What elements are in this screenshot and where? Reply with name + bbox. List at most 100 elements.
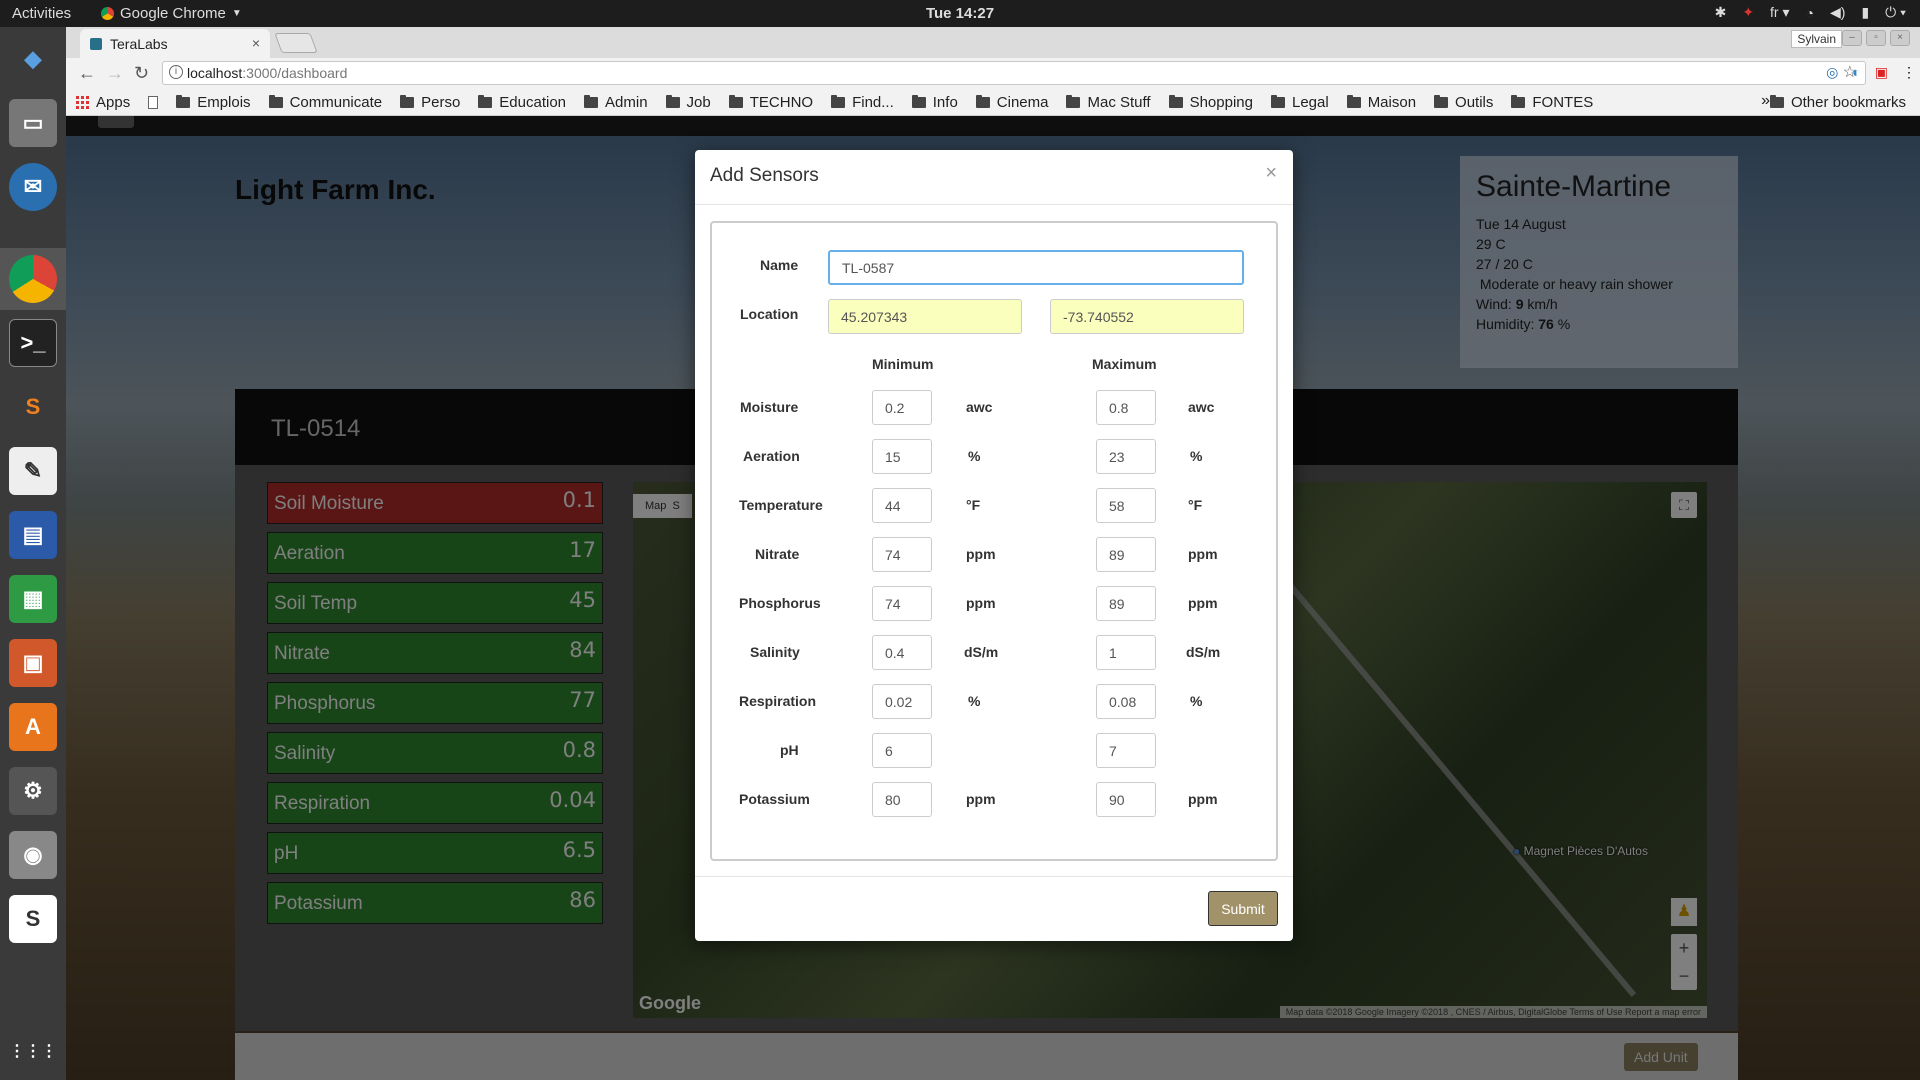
file-manager-icon[interactable]: ▭ (9, 99, 57, 147)
forward-arrow-icon[interactable]: → (106, 63, 124, 84)
profile-button[interactable]: Sylvain (1791, 30, 1842, 48)
minimize-icon[interactable]: – (1842, 30, 1862, 46)
battery-icon[interactable]: ▮ (1861, 4, 1869, 21)
back-arrow-icon[interactable]: ← (78, 63, 96, 84)
sensor-form: Name Location Minimum Maximum Moisture a… (710, 221, 1278, 861)
folder-icon (400, 94, 415, 108)
bookmark-folder[interactable]: Info (911, 94, 958, 111)
text-editor-icon[interactable]: ✎ (9, 447, 57, 495)
moisture-min-input[interactable] (872, 390, 932, 425)
writer-icon[interactable]: ▤ (9, 511, 57, 559)
new-tab-button[interactable] (274, 33, 318, 53)
latitude-input[interactable] (828, 299, 1022, 334)
folder-icon (1434, 94, 1449, 108)
salinity-min-input[interactable] (872, 635, 932, 670)
terminal-icon[interactable]: >_ (9, 319, 57, 367)
bookmark-folder[interactable]: Emplois (176, 94, 251, 111)
browser-tab[interactable]: TeraLabs × (80, 29, 270, 58)
name-input[interactable] (828, 250, 1244, 285)
temperature-max-unit: °F (1188, 497, 1203, 513)
bookmark-page[interactable] (148, 95, 159, 109)
dropbox-icon[interactable]: ◆ (9, 35, 57, 83)
chrome-dock-icon[interactable] (9, 255, 57, 303)
phosphorus-label: Phosphorus (739, 595, 821, 611)
tab-close-icon[interactable]: × (252, 35, 260, 51)
ph-max-input[interactable] (1096, 733, 1156, 768)
address-bar[interactable]: i localhost:3000/dashboard ☆ (162, 61, 1866, 85)
maximize-icon[interactable]: ▫ (1866, 30, 1886, 46)
apps-icon (76, 95, 89, 109)
bookmark-folder[interactable]: Perso (400, 94, 460, 111)
reload-icon[interactable]: ↻ (134, 63, 149, 84)
bookmark-folder[interactable]: Maison (1346, 94, 1416, 111)
notification-icon[interactable]: ✦ (1742, 4, 1754, 21)
longitude-input[interactable] (1050, 299, 1244, 334)
bookmark-folder[interactable]: Legal (1270, 94, 1329, 111)
salinity-max-input[interactable] (1096, 635, 1156, 670)
phosphorus-min-input[interactable] (872, 586, 932, 621)
camera-icon[interactable]: ◉ (9, 831, 57, 879)
volume-icon[interactable]: ◀) (1830, 4, 1845, 21)
respiration-max-input[interactable] (1096, 684, 1156, 719)
aeration-min-input[interactable] (872, 439, 932, 474)
more-bookmarks-chevron[interactable]: » (1761, 92, 1770, 110)
bookmark-folder[interactable]: Education (478, 94, 566, 111)
phosphorus-max-input[interactable] (1096, 586, 1156, 621)
menu-dots-icon[interactable]: ⋮ (1902, 64, 1916, 81)
folder-icon (1769, 95, 1784, 108)
thunderbird-icon[interactable]: ✉ (9, 163, 57, 211)
wifi-icon[interactable]: ◔ (1806, 5, 1814, 21)
bookmarks-bar: Apps Emplois Communicate Perso Education… (66, 88, 1920, 116)
language-indicator[interactable]: fr ▾ (1770, 4, 1789, 21)
bookmark-folder[interactable]: Outils (1434, 94, 1493, 111)
bookmark-folder[interactable]: Admin (584, 94, 648, 111)
moisture-label: Moisture (740, 399, 799, 415)
close-window-icon[interactable]: × (1890, 30, 1910, 46)
nitrate-min-input[interactable] (872, 537, 932, 572)
software-center-icon[interactable]: A (9, 703, 57, 751)
bookmark-folder[interactable]: Job (665, 94, 711, 111)
system-settings-icon[interactable]: ⚙ (9, 767, 57, 815)
calc-icon[interactable]: ▦ (9, 575, 57, 623)
bookmark-folder[interactable]: FONTES (1511, 94, 1593, 111)
bookmark-folder[interactable]: Cinema (975, 94, 1048, 111)
moisture-max-input[interactable] (1096, 390, 1156, 425)
folder-icon (1066, 94, 1081, 108)
bookmark-folder[interactable]: Communicate (268, 94, 382, 111)
maximum-header: Maximum (1092, 356, 1157, 372)
info-icon[interactable]: i (169, 65, 183, 79)
aeration-max-input[interactable] (1096, 439, 1156, 474)
nitrate-max-input[interactable] (1096, 537, 1156, 572)
temperature-max-input[interactable] (1096, 488, 1156, 523)
respiration-min-unit: % (968, 693, 981, 709)
launcher-dock: ◆ ▭ ✉ >_ S ✎ ▤ ▦ ▣ A ⚙ ◉ S ⋮⋮⋮ (0, 27, 66, 1080)
extension-3-icon[interactable]: ▣ (1875, 64, 1888, 81)
submit-button[interactable]: Submit (1208, 891, 1278, 926)
ph-min-input[interactable] (872, 733, 932, 768)
modal-title: Add Sensors (710, 165, 819, 186)
impress-icon[interactable]: ▣ (9, 639, 57, 687)
bookmark-folder[interactable]: Mac Stuff (1066, 94, 1151, 111)
temperature-min-input[interactable] (872, 488, 932, 523)
aeration-max-unit: % (1190, 448, 1203, 464)
bookmark-folder[interactable]: Find... (831, 94, 894, 111)
settings-gear-icon[interactable]: ✱ (1715, 4, 1727, 21)
other-bookmarks[interactable]: Other bookmarks (1769, 94, 1906, 111)
show-applications-icon[interactable]: ⋮⋮⋮ (9, 1027, 57, 1075)
sublime-text-icon[interactable]: S (9, 383, 57, 431)
clock[interactable]: Tue 14:27 (0, 5, 1920, 22)
potassium-max-input[interactable] (1096, 782, 1156, 817)
modal-footer: Submit (695, 876, 1293, 941)
close-icon[interactable]: × (1265, 162, 1277, 185)
respiration-min-input[interactable] (872, 684, 932, 719)
bookmark-folder[interactable]: Shopping (1168, 94, 1253, 111)
ph-label: pH (780, 742, 799, 758)
extension-icon[interactable]: ◎ (1826, 64, 1838, 81)
bookmark-apps[interactable]: Apps (76, 94, 130, 111)
nitrate-min-unit: ppm (966, 546, 996, 562)
bookmark-folder[interactable]: TECHNO (728, 94, 813, 111)
slack-icon[interactable]: S (9, 895, 57, 943)
power-icon[interactable]: ⏻ ▾ (1885, 4, 1906, 21)
extension-2-icon[interactable]: ◐ (1852, 64, 1860, 81)
potassium-min-input[interactable] (872, 782, 932, 817)
